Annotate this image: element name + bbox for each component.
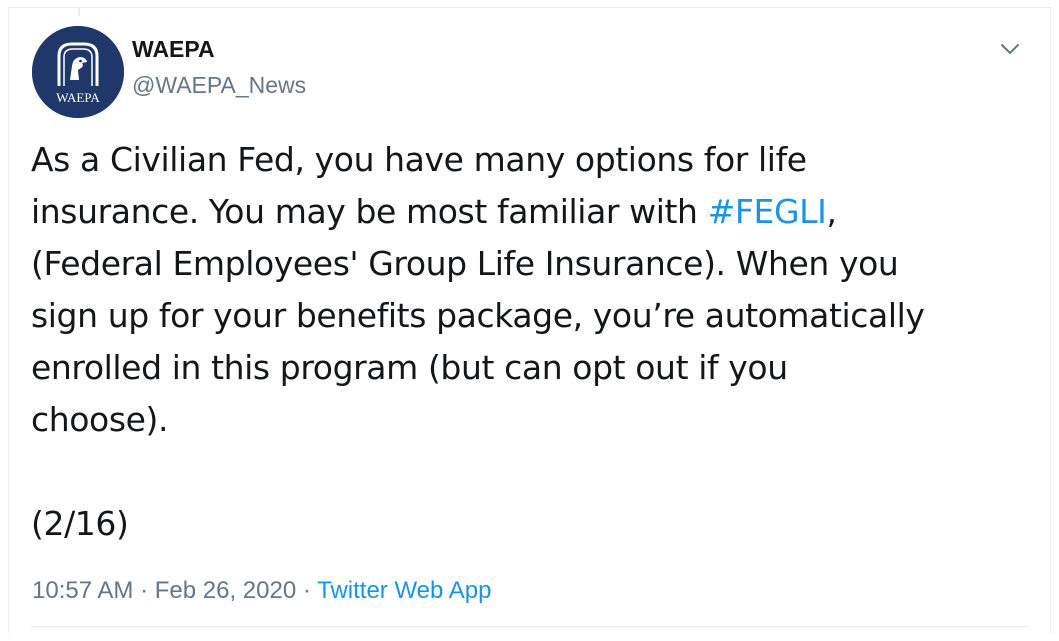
tweet-date[interactable]: Feb 26, 2020 (155, 577, 296, 604)
thread-connector (78, 8, 80, 16)
avatar[interactable]: WAEPA (32, 26, 124, 118)
author-handle[interactable]: @WAEPA_News (132, 72, 306, 99)
hashtag-link[interactable]: #FEGLI (708, 192, 827, 231)
tweet-source-link[interactable]: Twitter Web App (317, 577, 491, 604)
tweet-text: As a Civilian Fed, you have many options… (31, 134, 1021, 446)
divider (31, 626, 1029, 627)
thread-count: (2/16) (31, 504, 129, 543)
chevron-down-icon (1001, 44, 1019, 54)
author-display-name[interactable]: WAEPA (132, 36, 215, 63)
tweet-text-part: As a Civilian Fed, you have many options… (31, 140, 807, 231)
more-options-caret[interactable] (997, 36, 1023, 62)
svg-text:WAEPA: WAEPA (56, 90, 100, 105)
tweet-time[interactable]: 10:57 AM (32, 577, 133, 604)
waepa-logo-icon: WAEPA (32, 26, 124, 118)
tweet-meta: 10:57 AM · Feb 26, 2020 · Twitter Web Ap… (32, 577, 491, 605)
tweet-card: WAEPA WAEPA @WAEPA_News As a Civilian Fe… (8, 7, 1051, 633)
meta-separator: · (302, 577, 311, 604)
meta-separator: · (140, 577, 149, 604)
